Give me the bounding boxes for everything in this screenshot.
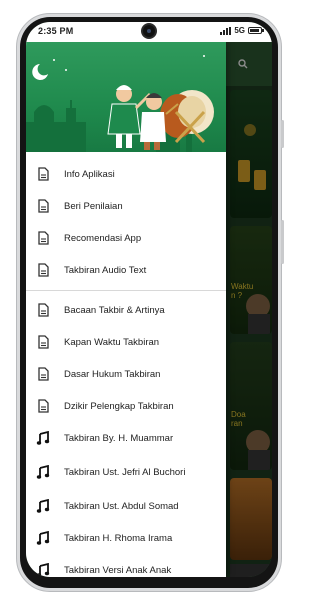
menu-item-label: Dzikir Pelengkap Takbiran [64,400,174,412]
menu-item-label: Takbiran Ust. Abdul Somad [64,500,179,512]
document-icon [38,303,49,317]
document-icon [38,231,49,245]
music-note-icon [36,563,50,577]
menu-item-label: Beri Penilaian [64,200,123,212]
menu-item-beri-penilaian[interactable]: Beri Penilaian [26,190,226,222]
screen: 2:35 PM 5G Waktu n ? Doa ran Info Aplika… [26,22,272,577]
menu-item-label: Takbiran H. Rhoma Irama [64,532,173,544]
menu-item-label: Info Aplikasi [64,168,115,180]
music-note-icon [36,465,50,479]
front-camera [143,25,155,37]
power-button [281,120,284,148]
menu-item-label: Takbiran Audio Text [64,264,147,276]
music-note-icon [36,499,50,513]
network-type: 5G [234,26,245,35]
music-note-icon [36,531,50,545]
document-icon [38,263,49,277]
takbiran-header-illustration [26,55,214,152]
menu-item-bacaan-takbir[interactable]: Bacaan Takbir & Artinya [26,294,226,326]
menu-divider [26,290,226,291]
menu-item-info-aplikasi[interactable]: Info Aplikasi [26,158,226,190]
menu-item-kapan-waktu-takbiran[interactable]: Kapan Waktu Takbiran [26,326,226,358]
menu-item-dasar-hukum-takbiran[interactable]: Dasar Hukum Takbiran [26,358,226,390]
menu-item-takbiran-versi-anak[interactable]: Takbiran Versi Anak Anak [26,554,226,577]
battery-icon [248,27,264,34]
navigation-drawer: Info Aplikasi Beri Penilaian Recomendasi… [26,42,226,577]
document-icon [38,199,49,213]
document-icon [38,367,49,381]
document-icon [38,167,49,181]
menu-item-takbiran-h-muammar[interactable]: Takbiran By. H. Muammar [26,422,226,454]
menu-item-label: Recomendasi App [64,232,142,244]
menu-item-takbiran-audio-text[interactable]: Takbiran Audio Text [26,254,226,286]
status-icons: 5G [220,26,264,35]
menu-item-dzikir-pelengkap[interactable]: Dzikir Pelengkap Takbiran [26,390,226,422]
volume-button [281,220,284,264]
menu-item-label: Takbiran Ust. Jefri Al Buchori [64,466,186,478]
status-time: 2:35 PM [38,26,74,36]
drawer-menu: Info Aplikasi Beri Penilaian Recomendasi… [26,158,226,577]
menu-item-label: Bacaan Takbir & Artinya [64,304,165,316]
menu-item-label: Takbiran Versi Anak Anak [64,564,172,576]
drawer-header [26,42,226,152]
status-bar: 2:35 PM 5G [26,22,272,42]
menu-item-takbiran-jefri-al-buchori[interactable]: Takbiran Ust. Jefri Al Buchori [26,454,226,490]
signal-icon [220,26,232,35]
menu-item-label: Takbiran By. H. Muammar [64,432,174,444]
menu-item-recomendasi-app[interactable]: Recomendasi App [26,222,226,254]
menu-item-label: Kapan Waktu Takbiran [64,336,160,348]
music-note-icon [36,431,50,445]
menu-item-label: Dasar Hukum Takbiran [64,368,161,380]
menu-item-takbiran-rhoma-irama[interactable]: Takbiran H. Rhoma Irama [26,522,226,554]
document-icon [38,399,49,413]
menu-item-takbiran-abdul-somad[interactable]: Takbiran Ust. Abdul Somad [26,490,226,522]
document-icon [38,335,49,349]
